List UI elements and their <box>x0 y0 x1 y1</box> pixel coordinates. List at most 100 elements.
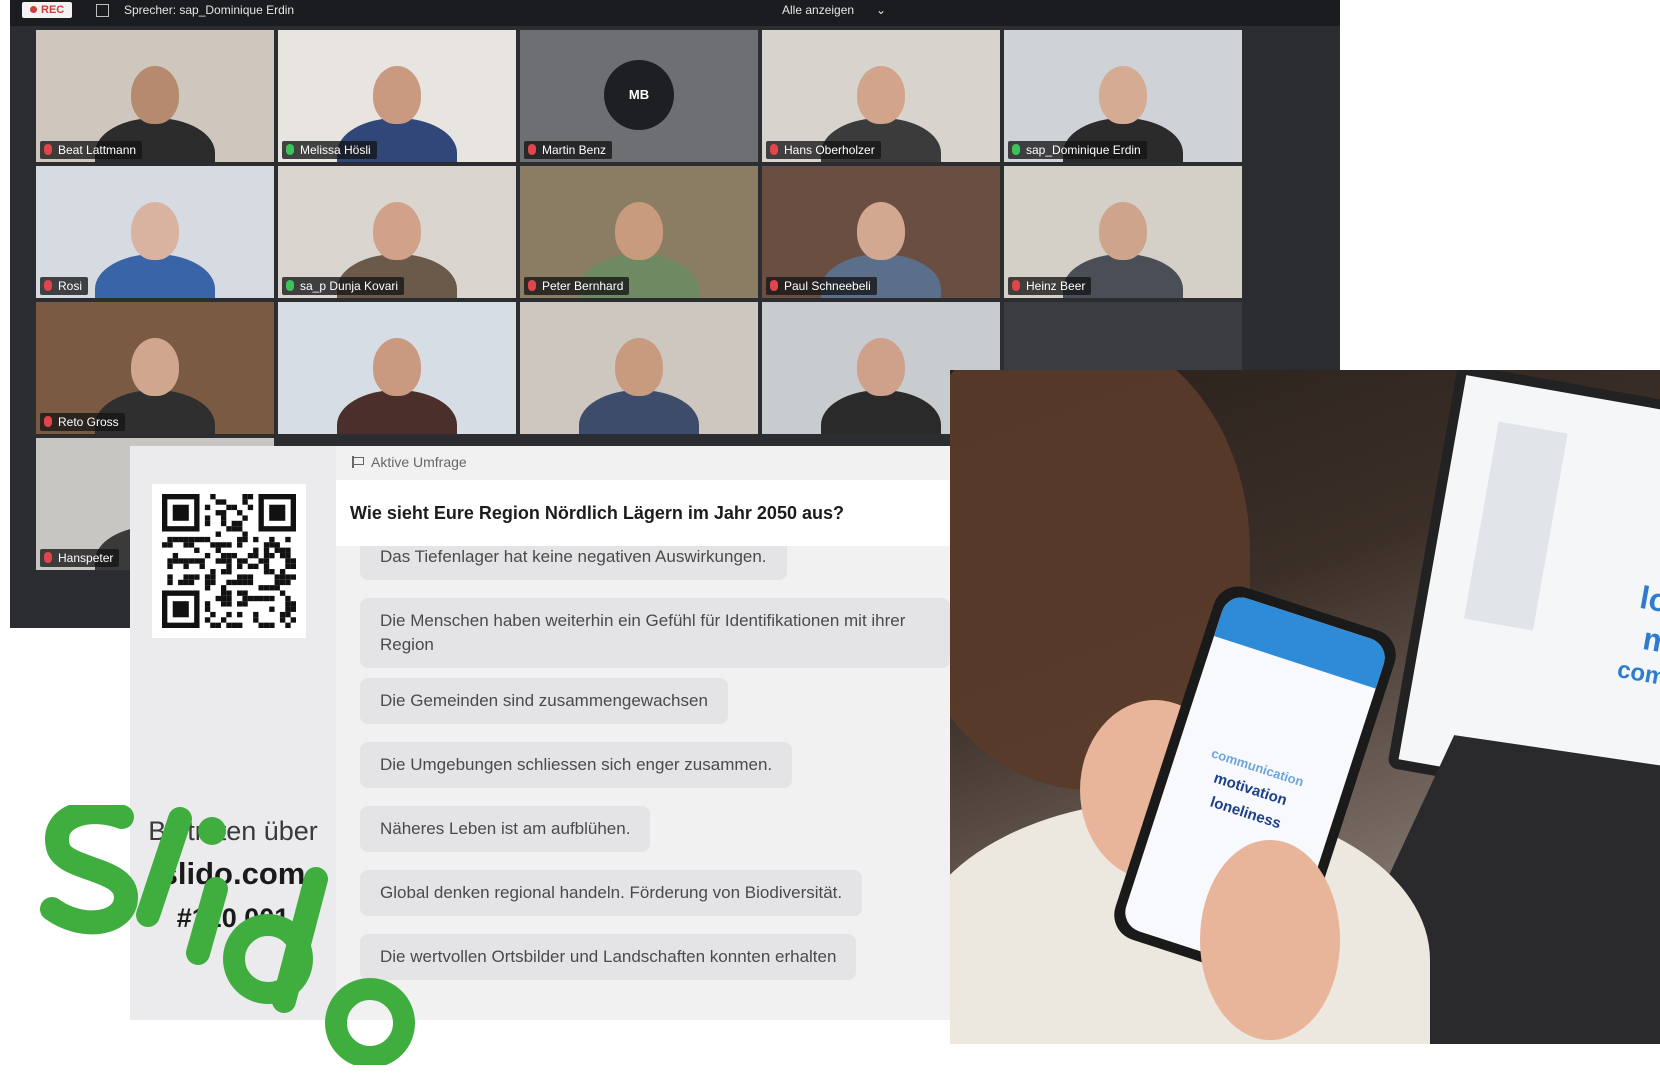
laptop-word-3: com <box>1615 656 1660 692</box>
window-icon[interactable] <box>96 4 109 17</box>
qr-module <box>247 552 254 559</box>
qr-module <box>204 579 211 586</box>
participant-tile[interactable]: MB Martin Benz <box>520 30 758 162</box>
qr-module <box>237 520 243 527</box>
participant-nameplate: Peter Bernhard <box>524 277 630 295</box>
qr-module <box>226 601 232 607</box>
qr-module <box>167 558 173 564</box>
participant-tile[interactable]: Paul Schneebeli <box>762 166 1000 298</box>
participant-head <box>1099 202 1147 260</box>
phone-app-header <box>1214 592 1390 689</box>
participant-nameplate: Martin Benz <box>524 141 613 159</box>
participant-tile[interactable]: sap_Dominique Erdin <box>1004 30 1242 162</box>
qr-module <box>226 622 232 628</box>
qr-module <box>199 563 205 570</box>
qr-module <box>269 536 275 543</box>
participant-nameplate: Hanspeter <box>40 549 120 567</box>
qr-module <box>253 536 259 543</box>
poll-response: Das Tiefenlager hat keine negativen Ausw… <box>360 546 787 580</box>
slido-logo <box>40 805 415 1065</box>
participant-nameplate: Reto Gross <box>40 413 125 431</box>
chevron-down-icon[interactable]: ⌄ <box>876 3 886 17</box>
participant-tile[interactable] <box>278 302 516 434</box>
qr-module <box>199 558 205 564</box>
qr-module <box>178 536 184 543</box>
qr-module <box>183 542 189 548</box>
qr-module <box>231 552 238 559</box>
participant-name: Hans Oberholzer <box>784 143 875 157</box>
qr-module <box>290 563 296 570</box>
qr-module <box>242 515 248 521</box>
phone-laptop-photo: lo m com communication motivation loneli… <box>950 370 1660 1044</box>
participant-nameplate: Hans Oberholzer <box>766 141 881 159</box>
qr-module <box>226 595 232 602</box>
qr-module <box>242 558 248 564</box>
participant-head <box>857 338 905 396</box>
qr-module <box>285 563 291 570</box>
microphone-muted-icon <box>770 144 778 155</box>
qr-module <box>188 542 195 548</box>
qr-code <box>152 484 306 638</box>
qr-module <box>231 622 238 628</box>
qr-module <box>204 606 211 612</box>
qr-module <box>167 574 173 580</box>
microphone-muted-icon <box>44 416 52 427</box>
qr-module <box>210 542 216 548</box>
qr-module <box>231 504 238 511</box>
qr-module <box>167 579 173 586</box>
qr-module <box>285 547 291 553</box>
qr-module <box>279 569 286 575</box>
participant-tile[interactable]: Peter Bernhard <box>520 166 758 298</box>
qr-module <box>237 563 243 570</box>
qr-module <box>172 558 179 564</box>
qr-module <box>226 569 232 575</box>
participant-tile[interactable]: sa_p Dunja Kovari <box>278 166 516 298</box>
qr-module <box>183 558 189 564</box>
qr-module <box>220 569 227 575</box>
qr-module <box>220 595 227 602</box>
qr-module <box>274 547 280 553</box>
participant-name: Heinz Beer <box>1026 279 1086 293</box>
qr-module <box>210 622 216 628</box>
participant-nameplate: sap_Dominique Erdin <box>1008 141 1147 159</box>
qr-module <box>215 547 221 553</box>
microphone-icon <box>286 144 294 155</box>
qr-module <box>226 504 232 511</box>
qr-module <box>253 595 259 602</box>
qr-module <box>274 542 280 548</box>
qr-module <box>220 558 227 564</box>
participant-nameplate: sa_p Dunja Kovari <box>282 277 405 295</box>
qr-module <box>290 574 296 580</box>
participant-name: Rosi <box>58 279 83 293</box>
qr-module <box>242 494 248 500</box>
show-all-button[interactable]: Alle anzeigen <box>782 3 854 17</box>
qr-module <box>237 574 243 580</box>
participant-head <box>615 202 663 260</box>
participant-nameplate: Rosi <box>40 277 89 295</box>
qr-module <box>237 536 243 543</box>
qr-code-icon <box>162 494 296 628</box>
participant-tile[interactable]: Hans Oberholzer <box>762 30 1000 162</box>
qr-module <box>242 601 248 607</box>
participant-head <box>131 66 179 124</box>
participant-tile[interactable]: Rosi <box>36 166 274 298</box>
qr-module <box>242 590 248 596</box>
qr-module <box>290 606 296 612</box>
recording-badge[interactable]: REC <box>22 2 73 18</box>
qr-module <box>242 574 248 580</box>
participant-tile[interactable]: Heinz Beer <box>1004 166 1242 298</box>
qr-module <box>242 531 248 537</box>
active-speaker-label: Sprecher: sap_Dominique Erdin <box>124 3 295 17</box>
qr-module <box>263 563 270 570</box>
participant-tile[interactable]: Melissa Hösli <box>278 30 516 162</box>
participant-tile[interactable]: Beat Lattmann <box>36 30 274 162</box>
qr-module <box>210 569 216 575</box>
qr-module <box>215 595 221 602</box>
participant-tile[interactable] <box>520 302 758 434</box>
qr-module <box>274 579 280 586</box>
participant-tile[interactable]: Reto Gross <box>36 302 274 434</box>
qr-module <box>247 563 254 570</box>
qr-module <box>204 520 211 527</box>
qr-module <box>231 579 238 586</box>
qr-module <box>279 611 286 618</box>
